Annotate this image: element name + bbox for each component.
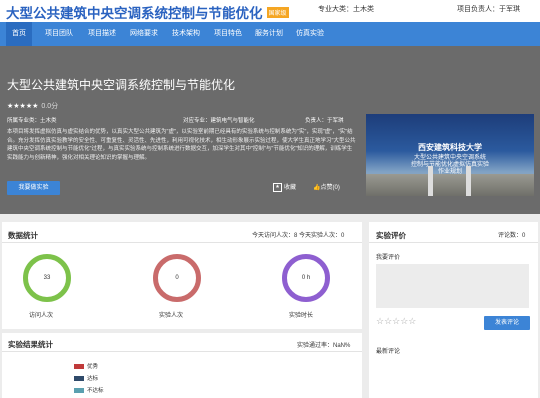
pass-rate: 实验通过率：NaN%	[297, 343, 351, 349]
legend-swatch	[74, 364, 84, 370]
duration-label: 实验时长	[289, 313, 314, 319]
nav-network[interactable]: 网络要求	[130, 22, 158, 46]
divider	[369, 242, 538, 243]
review-panel	[369, 222, 538, 398]
submit-review-button[interactable]: 发表评论	[484, 316, 530, 330]
category-label: 所属专业类：土木类	[7, 118, 57, 124]
site-title-text: 大型公共建筑中央空调系统控制与节能优化	[6, 6, 263, 21]
project-poster-image: 西安建筑科技大学 大型公共建筑中央空调系统 控制与节能优化虚拟仿真实验 作业规划	[366, 114, 534, 196]
experiments-label: 实验人次	[159, 313, 184, 319]
poster-caption-line1: 大型公共建筑中央空调系统	[413, 155, 486, 161]
nav-service-plan[interactable]: 服务计划	[255, 22, 283, 46]
favorite-button[interactable]: ★ 收藏	[273, 182, 296, 192]
poster-pillar	[428, 166, 433, 196]
poster-university: 西安建筑科技大学	[418, 143, 482, 152]
legend-swatch	[74, 388, 84, 394]
stats-title: 数据统计	[8, 231, 38, 240]
review-count: 评论数：0	[498, 233, 526, 239]
poster-caption-line2: 控制与节能优化虚拟仿真实验	[410, 162, 489, 168]
nav-home[interactable]: 首页	[6, 22, 32, 46]
today-stats: 今天访问人次：8 今天实验人次：0	[252, 233, 345, 239]
rating: ★★★★★ 0.0分	[7, 101, 58, 111]
like-button[interactable]: 👍点赞(0)	[313, 182, 340, 191]
major-category: 专业大类：土木类	[318, 6, 374, 13]
national-badge: 国家级	[266, 6, 289, 18]
project-description: 本项目将发挥虚拟仿真与虚实结合的优势，以真实大型公共建筑为"虚"，以实验室前期已…	[7, 129, 356, 161]
poster-building	[366, 174, 534, 196]
legend-label: 达标	[87, 376, 99, 382]
like-label: 点赞(0)	[320, 185, 340, 191]
visits-value: 33	[43, 275, 51, 281]
experiments-ring: 0	[153, 254, 201, 302]
start-experiment-button[interactable]: 我要做实验	[7, 181, 60, 195]
star-icon: ★	[273, 182, 282, 192]
top-bar: 大型公共建筑中央空调系统控制与节能优化 国家级 专业大类：土木类 项目负责人：于军…	[0, 0, 540, 22]
review-rating-stars[interactable]: ☆☆☆☆☆	[376, 316, 416, 327]
duration-value: 0 h	[301, 275, 311, 281]
leader-label: 负责人：于军琪	[305, 118, 344, 124]
star-rating-icon: ★★★★★	[7, 103, 39, 110]
legend-label: 优秀	[87, 364, 99, 370]
review-title: 实验评价	[376, 231, 406, 240]
duration-ring: 0 h	[282, 254, 330, 302]
nav-simulation[interactable]: 仿真实验	[296, 22, 324, 46]
poster-caption: 大型公共建筑中央空调系统 控制与节能优化虚拟仿真实验 作业规划	[366, 155, 534, 176]
results-title: 实验结果统计	[8, 340, 53, 349]
review-textarea[interactable]	[376, 264, 529, 308]
main-nav: 首页 项目团队 项目描述 网络要求 技术架构 项目特色 服务计划 仿真实验	[0, 22, 540, 46]
nav-features[interactable]: 项目特色	[214, 22, 242, 46]
rating-score: 0.0分	[41, 103, 59, 110]
my-review-label: 我要评价	[376, 255, 401, 261]
poster-pillar	[466, 166, 471, 196]
visits-label: 访问人次	[29, 313, 54, 319]
divider	[2, 242, 362, 243]
latest-reviews-label: 最新评论	[376, 349, 401, 355]
divider	[2, 351, 362, 352]
legend-pass: 达标	[74, 374, 98, 382]
legend-excellent: 优秀	[74, 362, 98, 370]
major-label: 对应专业：建筑电气与智能化	[183, 118, 255, 124]
legend-fail: 不达标	[74, 386, 104, 394]
hero-section: 大型公共建筑中央空调系统控制与节能优化 ★★★★★ 0.0分 所属专业类：土木类 …	[0, 46, 540, 214]
experiments-value: 0	[175, 275, 179, 281]
project-leader: 项目负责人：于军琪	[457, 6, 520, 13]
site-title[interactable]: 大型公共建筑中央空调系统控制与节能优化 国家级	[6, 2, 289, 22]
project-title: 大型公共建筑中央空调系统控制与节能优化	[7, 78, 236, 92]
visits-ring: 33	[23, 254, 71, 302]
nav-team[interactable]: 项目团队	[45, 22, 73, 46]
nav-description[interactable]: 项目描述	[88, 22, 116, 46]
nav-architecture[interactable]: 技术架构	[172, 22, 200, 46]
favorite-label: 收藏	[284, 185, 297, 191]
legend-swatch	[74, 376, 84, 382]
legend-label: 不达标	[87, 388, 104, 394]
